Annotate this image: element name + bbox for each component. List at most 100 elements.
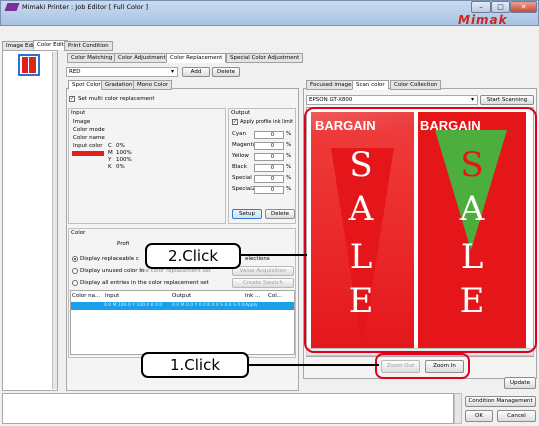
brand-logo: Mimak — [458, 13, 508, 27]
apply-limit-checkbox[interactable]: ✓ — [232, 119, 238, 125]
profile-label: Profi — [117, 241, 130, 247]
thumbnail-strip — [2, 50, 58, 391]
preview-highlight-ring — [304, 107, 537, 353]
cmyk-m-value: 100% — [116, 150, 132, 156]
callout-2-leader — [241, 254, 307, 256]
column-col[interactable]: Col... — [268, 293, 282, 299]
create-swatch-button[interactable]: Create Swatch — [232, 278, 294, 288]
chevron-down-icon: ▾ — [470, 96, 474, 103]
table-row[interactable]: 0.0 M 100.0 Y 100.0 K 0.0 0.0 M 0.0 Y 0.… — [71, 302, 294, 310]
cyan-stepper[interactable]: 0 — [254, 131, 284, 139]
replacement-set-select[interactable]: RED ▾ — [66, 67, 178, 77]
special-stepper[interactable]: 0 — [254, 175, 284, 183]
tab-scan-color[interactable]: Scan color — [352, 80, 389, 90]
color-table — [70, 290, 295, 355]
tab-color-adjustment[interactable]: Color Adjustment — [114, 53, 170, 63]
zoom-in-button[interactable]: Zoom In — [425, 360, 464, 373]
cmyk-m-channel: M — [108, 150, 113, 156]
condition-management-button[interactable]: Condition Management — [465, 396, 536, 407]
cmyk-k-value: 0% — [116, 164, 125, 170]
callout-step-1: 1.Click — [141, 352, 249, 378]
apply-limit-label: Apply profile ink limit — [240, 119, 294, 125]
callout-step-2: 2.Click — [145, 243, 241, 269]
input-color-name-label: Color name — [73, 135, 105, 141]
cmyk-c-value: 0% — [116, 143, 125, 149]
tab-color-collection[interactable]: Color Collection — [390, 80, 442, 90]
black-unit: % — [286, 164, 292, 170]
tab-gradation[interactable]: Gradation — [101, 80, 137, 90]
yellow-label: Yellow — [232, 153, 249, 159]
special2-stepper[interactable]: 0 — [254, 186, 284, 194]
special2-label: Special2 — [232, 186, 256, 192]
cyan-label: Cyan — [232, 131, 246, 137]
display-replaceable-suffix: elections — [245, 256, 270, 262]
special-label: Special — [232, 175, 252, 181]
column-ink[interactable]: Ink ... — [245, 293, 260, 299]
message-area — [2, 393, 454, 424]
display-all-radio[interactable] — [72, 280, 78, 286]
thumbnail-scrollbar[interactable] — [52, 52, 57, 389]
tab-color-matching[interactable]: Color Matching — [67, 53, 117, 63]
display-replaceable-radio[interactable] — [72, 256, 78, 262]
black-stepper[interactable]: 0 — [254, 164, 284, 172]
tab-special-color-adjustment[interactable]: Special Color Adjustment — [226, 53, 304, 63]
ok-button[interactable]: OK — [465, 410, 493, 422]
column-input[interactable]: Input — [105, 293, 119, 299]
display-all-label: Display all entries in the color replace… — [80, 280, 209, 286]
maximize-button[interactable]: □ — [491, 1, 510, 13]
input-color-mode-label: Color mode — [73, 127, 105, 133]
column-output[interactable]: Output — [172, 293, 191, 299]
column-color-name[interactable]: Color na... — [72, 293, 100, 299]
tab-mono-color[interactable]: Mono Color — [133, 80, 173, 90]
input-image-label: Image — [73, 119, 91, 125]
special-unit: % — [286, 175, 292, 181]
tab-color-edit[interactable]: Color Edit — [33, 40, 68, 50]
replacement-set-value: RED — [69, 69, 81, 75]
add-button[interactable]: Add — [182, 67, 210, 77]
setup-button[interactable]: Setup — [232, 209, 262, 219]
minimize-button[interactable]: – — [471, 1, 491, 13]
yellow-unit: % — [286, 153, 292, 159]
input-title: Input — [71, 110, 86, 116]
set-multi-label: Set multi color replacement — [78, 96, 155, 102]
set-multi-checkbox[interactable]: ✓ — [69, 96, 75, 102]
value-acquisition-button[interactable]: Value Acquisition — [232, 266, 294, 276]
scanner-value: EPSON GT-X800 — [309, 97, 353, 103]
window-title: Mimaki Printer : Job Editor [ Full Color… — [22, 3, 149, 11]
input-color-label: Input color — [73, 143, 103, 149]
tab-focused-image[interactable]: Focused image — [306, 80, 356, 90]
cmyk-y-channel: Y — [108, 157, 112, 163]
black-label: Black — [232, 164, 247, 170]
update-button[interactable]: Update — [504, 377, 536, 389]
display-replaceable-label: Display replaceable c — [80, 256, 139, 262]
tab-spot-color[interactable]: Spot Color — [68, 80, 105, 90]
display-unused-radio[interactable] — [72, 268, 78, 274]
display-unused-label: Display unused color in — [80, 268, 145, 274]
close-button[interactable]: ✕ — [510, 1, 537, 13]
callout-1-leader — [249, 364, 379, 366]
message-scrollbar[interactable] — [454, 393, 462, 424]
color-title: Color — [71, 230, 86, 236]
yellow-stepper[interactable]: 0 — [254, 153, 284, 161]
cyan-unit: % — [286, 131, 292, 137]
thumbnail-selected[interactable] — [18, 54, 40, 76]
cmyk-c-channel: C — [108, 143, 112, 149]
output-title: Output — [231, 110, 251, 116]
cmyk-y-value: 100% — [116, 157, 132, 163]
tab-color-replacement[interactable]: Color Replacement — [166, 53, 227, 63]
output-delete-button[interactable]: Delete — [265, 209, 295, 219]
magenta-label: Magenta — [232, 142, 257, 148]
magenta-stepper[interactable]: 0 — [254, 142, 284, 150]
tab-print-condition[interactable]: Print Condition — [64, 41, 113, 51]
input-group — [68, 108, 226, 224]
zoom-out-button[interactable]: Zoom Out — [381, 360, 420, 373]
start-scanning-button[interactable]: Start Scanning — [480, 95, 534, 105]
row-ink: Apply — [245, 303, 258, 308]
row-output: 0.0 M 0.0 Y 0.0 K 0.0 S 0.0 S 0.0 — [172, 303, 245, 308]
cmyk-k-channel: K — [108, 164, 112, 170]
cancel-button[interactable]: Cancel — [497, 410, 536, 422]
delete-set-button[interactable]: Delete — [212, 67, 240, 77]
special2-unit: % — [286, 186, 292, 192]
scanner-select[interactable]: EPSON GT-X800 ▾ — [306, 95, 478, 105]
input-color-swatch — [72, 151, 104, 156]
